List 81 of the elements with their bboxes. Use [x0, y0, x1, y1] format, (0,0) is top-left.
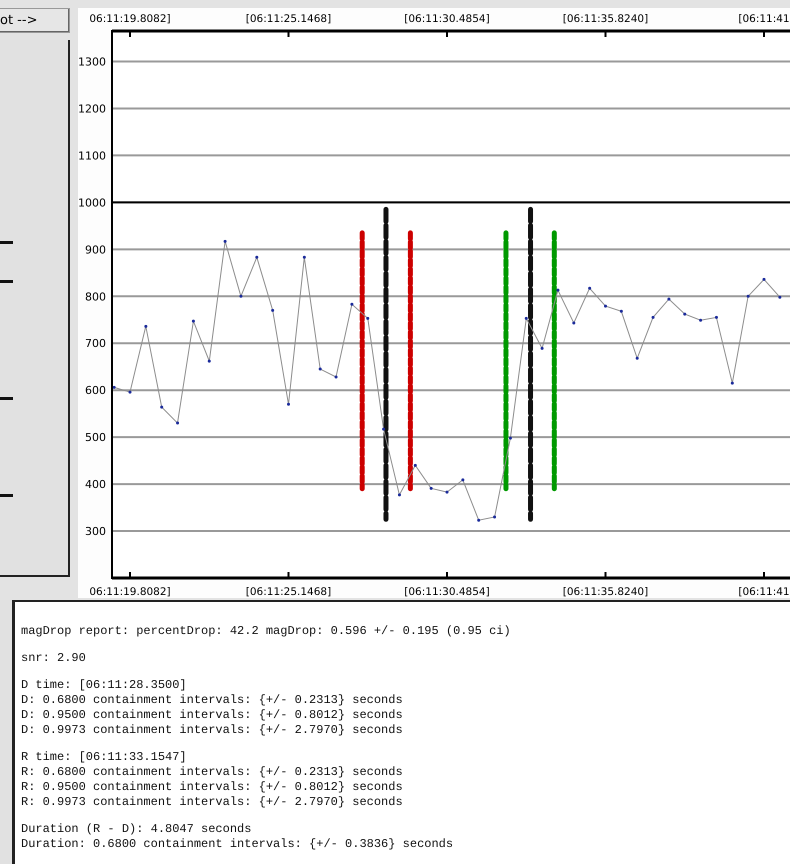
axis-label: 1200 [78, 102, 106, 116]
data-point [620, 310, 623, 313]
data-point [192, 320, 195, 323]
data-point [350, 302, 354, 306]
data-point [461, 478, 464, 482]
data-point [318, 368, 322, 371]
data-point [271, 308, 274, 312]
data-point [128, 390, 132, 394]
axis-label: [06:11:30.4854] [404, 586, 490, 598]
data-point [224, 240, 227, 243]
report-line: snr: 2.90 [21, 651, 87, 666]
data-point [302, 256, 306, 259]
data-point [524, 316, 528, 320]
data-point [112, 386, 116, 389]
side-button[interactable]: ot --> [0, 8, 70, 33]
axis-label: [06:11:30.4854] [404, 13, 490, 25]
tick-mark [0, 241, 13, 244]
report-line: D: 0.9500 containment intervals: {+/- 0.8012} seconds [21, 708, 404, 723]
data-point [604, 304, 607, 308]
data-point [334, 376, 338, 379]
data-point [446, 490, 448, 494]
axis-label: 1300 [78, 56, 106, 69]
report-line: magDrop report: percentDrop: 42.2 magDrop: 0.596 +/- 0.195 (0.95 ci) [21, 624, 512, 639]
data-point [652, 316, 655, 319]
data-point [239, 294, 242, 298]
data-point [477, 518, 480, 522]
axis-label: 400 [85, 478, 106, 492]
data-point [556, 288, 560, 292]
data-point [730, 382, 734, 385]
data-point [414, 464, 417, 467]
data-point [746, 294, 750, 298]
data-point [588, 286, 592, 290]
axis-label: 900 [85, 243, 106, 256]
report-line: D: 0.6800 containment intervals: {+/- 0.2313} seconds [21, 693, 404, 708]
data-point [398, 493, 401, 496]
data-point [144, 324, 148, 328]
tick-mark [0, 280, 13, 283]
data-point [255, 256, 258, 259]
data-point [176, 422, 180, 425]
axis-label: 06:11:19.8082] [89, 586, 171, 598]
axis-label: 300 [85, 525, 106, 538]
data-point [160, 406, 164, 409]
report-line: D time: [06:11:28.3500] [21, 678, 188, 693]
data-point [699, 318, 702, 322]
axis-label: [06:11:35.8240] [562, 586, 648, 598]
data-point [778, 296, 782, 299]
report-line: R: 0.9973 containment intervals: {+/- 2.7970} seconds [21, 795, 404, 810]
data-point [366, 316, 370, 320]
data-point [508, 436, 512, 440]
report-line: D: 0.9973 containment intervals: {+/- 2.7970} seconds [21, 723, 404, 738]
axis-label: 06:11:19.8082] [89, 13, 171, 25]
report-line: R time: [06:11:33.1547] [21, 750, 188, 765]
report-line: Duration: 0.6800 containment intervals: {+/- 0.3836} seconds [21, 837, 454, 852]
data-point [762, 278, 766, 281]
data-point [667, 298, 670, 301]
data-point [714, 316, 718, 319]
axis-label: 700 [85, 337, 106, 350]
report-line: Duration (R - D): 4.8047 seconds [21, 822, 252, 837]
data-point [382, 428, 386, 431]
axis-label: 1000 [78, 196, 106, 210]
axis-label: 1100 [78, 149, 106, 162]
axis-label: 800 [85, 290, 106, 304]
data-point [430, 486, 433, 490]
axis-label: 600 [85, 384, 106, 398]
axis-label: [06:11:35.8240] [562, 13, 648, 25]
report-line: R: 0.6800 containment intervals: {+/- 0.2313} seconds [21, 765, 404, 780]
data-point [540, 346, 544, 350]
data-point [572, 322, 576, 325]
axis-label: [06:11:41 [738, 586, 790, 598]
tick-mark [0, 397, 13, 400]
axis-label: [06:11:25.1468] [246, 13, 332, 25]
data-point [287, 402, 290, 406]
data-point [493, 515, 496, 518]
data-point [208, 360, 211, 363]
axis-label: 500 [85, 431, 106, 444]
report-line: R: 0.9500 containment intervals: {+/- 0.8012} seconds [21, 780, 404, 795]
tick-mark [0, 494, 13, 497]
data-point [636, 356, 639, 360]
axis-label: [06:11:41 [738, 13, 790, 25]
data-point [683, 312, 686, 316]
axis-label: [06:11:25.1468] [246, 586, 332, 598]
